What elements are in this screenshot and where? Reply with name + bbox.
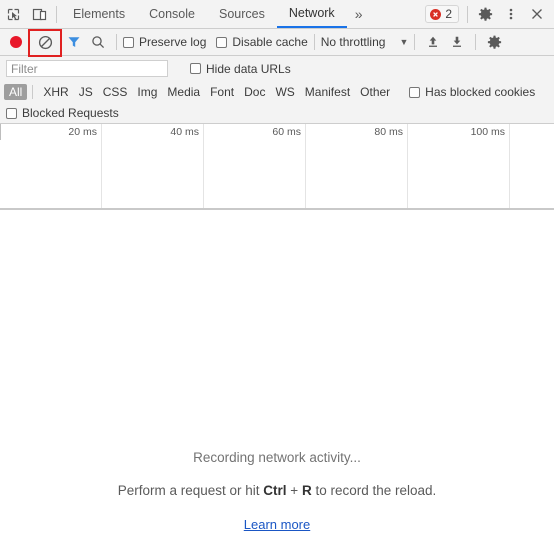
preserve-log-checkbox[interactable]: Preserve log [123,35,206,49]
tab-sources[interactable]: Sources [207,0,277,28]
network-timeline-overview[interactable]: 20 ms 40 ms 60 ms 80 ms 100 ms [0,124,554,210]
empty-state-hint: Perform a request or hit Ctrl + R to rec… [0,483,554,498]
has-blocked-cookies-label: Has blocked cookies [425,85,536,99]
tab-console[interactable]: Console [137,0,207,28]
timeline-divider [305,124,306,208]
filter-row: Hide data URLs [0,56,554,81]
tab-network[interactable]: Network [276,0,347,28]
disable-cache-checkbox[interactable]: Disable cache [216,35,308,49]
type-filter-xhr[interactable]: XHR [38,84,73,100]
panel-tabs: Elements Console Sources Network » [61,0,425,28]
type-filter-media[interactable]: Media [162,84,205,100]
timeline-divider [203,124,204,208]
type-filter-doc[interactable]: Doc [239,84,270,100]
has-blocked-cookies-checkbox[interactable]: Has blocked cookies [409,85,535,99]
gear-icon[interactable] [472,1,498,27]
type-divider [32,85,34,99]
toolbar-divider-3 [414,34,416,50]
device-toolbar-icon[interactable] [26,1,52,27]
export-har-icon[interactable] [445,31,469,54]
type-filter-manifest[interactable]: Manifest [300,84,355,100]
throttling-select[interactable]: No throttling ▼ [321,35,409,49]
blocked-requests-row: Blocked Requests [0,103,554,124]
blocked-requests-box [6,107,17,119]
record-dot-icon [10,36,22,48]
empty-state-title: Recording network activity... [193,450,361,465]
timeline-tick-label: 80 ms [374,126,403,138]
clear-icon [38,35,52,49]
hide-data-urls-box [190,63,201,74]
hint-text-post: to record the reload. [311,483,437,498]
type-filter-ws[interactable]: WS [270,84,299,100]
hint-key-ctrl: Ctrl [263,483,287,498]
funnel-icon[interactable] [62,31,86,54]
tabbar-actions: 2 [425,1,554,27]
tabbar-divider [56,5,57,23]
close-icon[interactable] [524,1,550,27]
timeline-tick-label: 100 ms [470,126,505,138]
request-list-area: Recording network activity... Perform a … [0,210,554,536]
error-count-label: 2 [445,7,452,21]
preserve-log-label: Preserve log [139,35,207,49]
timeline-left-edge [0,124,1,140]
hide-data-urls-label: Hide data URLs [206,61,291,76]
network-toolbar: Preserve log Disable cache No throttling… [0,28,554,57]
tabbar-divider-2 [467,5,468,23]
tab-elements[interactable]: Elements [61,0,137,28]
clear-button[interactable] [28,28,62,57]
has-blocked-cookies-box [409,86,421,98]
error-count-badge[interactable]: 2 [425,5,459,23]
timeline-divider [407,124,408,208]
vertical-dots-icon[interactable] [498,1,524,27]
blocked-requests-label: Blocked Requests [22,106,119,120]
timeline-divider [509,124,510,208]
chevron-down-icon: ▼ [399,37,409,47]
type-filter-css[interactable]: CSS [98,84,133,100]
throttling-value: No throttling [320,35,386,49]
disable-cache-label: Disable cache [232,35,308,49]
timeline-tick-label: 40 ms [170,126,199,138]
error-icon [430,8,442,20]
toolbar-divider-2 [313,34,315,50]
empty-state: Recording network activity... Perform a … [0,450,554,534]
preserve-log-box [123,36,134,48]
type-filter-font[interactable]: Font [205,84,239,100]
filter-input[interactable] [6,60,168,77]
hide-data-urls-checkbox[interactable]: Hide data URLs [190,62,291,76]
resource-type-row: All XHR JS CSS Img Media Font Doc WS Man… [0,81,554,103]
type-filter-img[interactable]: Img [132,84,162,100]
devtools-window: Elements Console Sources Network » 2 Pre… [0,0,554,536]
hint-plus: + [286,483,302,498]
timeline-divider [101,124,102,208]
learn-more-link[interactable]: Learn more [244,517,310,532]
toolbar-divider-1 [116,34,117,50]
more-tabs-icon[interactable]: » [347,0,371,28]
timeline-tick-label: 20 ms [68,126,97,138]
learn-more-wrap: Learn more [0,516,554,534]
type-filter-all[interactable]: All [4,84,28,100]
import-har-icon[interactable] [421,31,445,54]
devtools-tabbar: Elements Console Sources Network » 2 [0,0,554,29]
hint-key-r: R [301,483,312,498]
timeline-tick-label: 60 ms [272,126,301,138]
record-button[interactable] [4,31,28,54]
disable-cache-box [216,36,228,48]
type-filter-js[interactable]: JS [74,84,98,100]
network-settings-gear-icon[interactable] [482,31,506,54]
type-filter-other[interactable]: Other [355,84,395,100]
hint-text-pre: Perform a request or hit [117,483,264,498]
inspect-cursor-icon[interactable] [0,1,26,27]
toolbar-divider-4 [475,34,477,50]
blocked-requests-checkbox[interactable]: Blocked Requests [6,106,119,120]
search-icon[interactable] [86,31,110,54]
